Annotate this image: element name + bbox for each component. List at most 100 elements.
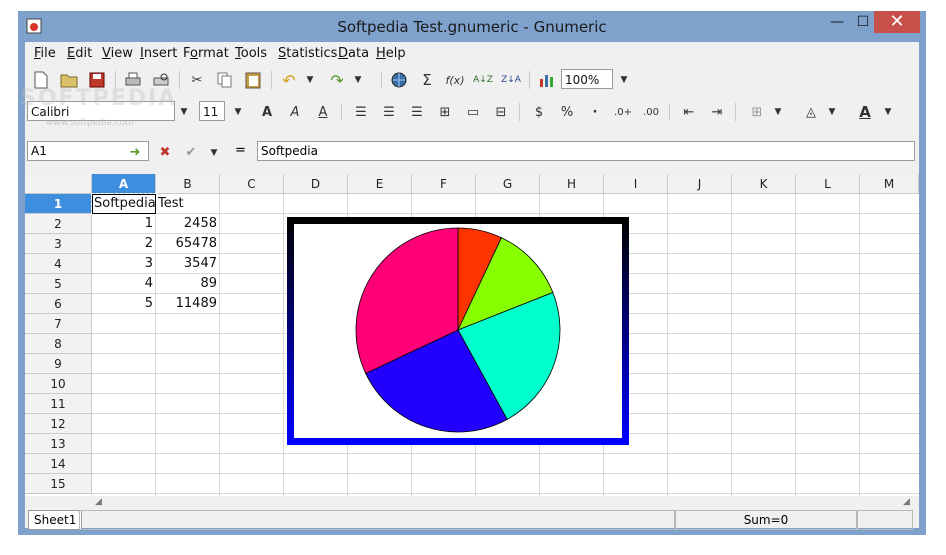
insert-chart-icon[interactable]	[535, 69, 559, 91]
row-header-4[interactable]: 4	[25, 254, 92, 274]
cancel-edit-icon[interactable]: ✖	[153, 141, 177, 163]
row-header-2[interactable]: 2	[25, 214, 92, 234]
font-size-dropdown-icon[interactable]: ▼	[231, 101, 245, 123]
align-right-icon[interactable]: ☰	[405, 101, 429, 123]
sort-ascending-icon[interactable]: A↓Z	[471, 69, 495, 91]
zoom-dropdown-icon[interactable]: ▼	[617, 69, 631, 91]
accept-edit-icon[interactable]: ✔	[179, 141, 203, 163]
row-header-5[interactable]: 5	[25, 274, 92, 294]
menu-format[interactable]: Format	[183, 46, 229, 61]
minimize-button[interactable]: —	[824, 11, 850, 33]
row-header-8[interactable]: 8	[25, 334, 92, 354]
column-header-d[interactable]: D	[284, 174, 348, 194]
zoom-input[interactable]: 100%	[561, 69, 613, 89]
cell-a3[interactable]: 2	[94, 234, 153, 254]
column-header-b[interactable]: B	[156, 174, 220, 194]
redo-icon[interactable]: ↷	[325, 69, 349, 91]
column-header-h[interactable]: H	[540, 174, 604, 194]
scroll-right-icon[interactable]: ◢	[903, 497, 910, 507]
column-header-k[interactable]: K	[732, 174, 796, 194]
row-header-10[interactable]: 10	[25, 374, 92, 394]
cell-a2[interactable]: 1	[94, 214, 153, 234]
thousands-separator-icon[interactable]: ·	[583, 101, 607, 123]
column-header-j[interactable]: J	[668, 174, 732, 194]
menu-help[interactable]: Help	[376, 46, 406, 61]
bold-icon[interactable]: A	[255, 101, 279, 123]
close-button[interactable]: ✕	[874, 11, 920, 33]
underline-icon[interactable]: A	[311, 101, 335, 123]
row-header-3[interactable]: 3	[25, 234, 92, 254]
insert-hyperlink-icon[interactable]	[387, 69, 411, 91]
borders-icon[interactable]: ⊞	[745, 101, 769, 123]
menu-tools[interactable]: Tools	[235, 46, 267, 61]
cell-b3[interactable]: 65478	[158, 234, 217, 254]
title-bar[interactable]: Softpedia Test.gnumeric - Gnumeric — ☐ ✕	[18, 11, 926, 42]
center-across-icon[interactable]: ▭	[461, 101, 485, 123]
paste-icon[interactable]	[241, 69, 265, 91]
split-cells-icon[interactable]: ⊟	[489, 101, 513, 123]
undo-dropdown-icon[interactable]: ▼	[303, 69, 317, 91]
align-left-icon[interactable]: ☰	[349, 101, 373, 123]
cell-a5[interactable]: 4	[94, 274, 153, 294]
cell-b2[interactable]: 2458	[158, 214, 217, 234]
undo-icon[interactable]: ↶	[277, 69, 301, 91]
currency-format-icon[interactable]: $	[527, 101, 551, 123]
menu-data[interactable]: Data	[338, 46, 369, 61]
menu-statistics[interactable]: Statistics	[278, 46, 337, 61]
pie-chart[interactable]	[287, 217, 629, 445]
italic-icon[interactable]: A	[283, 101, 307, 123]
goto-icon[interactable]: ➜	[123, 141, 147, 163]
cell-b1[interactable]: Test	[158, 194, 217, 214]
horizontal-scrollbar[interactable]: ◢ ◢	[25, 496, 919, 510]
maximize-button[interactable]: ☐	[850, 11, 876, 33]
row-header-6[interactable]: 6	[25, 294, 92, 314]
row-header-14[interactable]: 14	[25, 454, 92, 474]
fill-color-icon[interactable]: ◬	[799, 101, 823, 123]
spreadsheet-grid[interactable]: ABCDEFGHIJKLM 1 2 3 4 5 6 7 8 9 10 11 12 13 14 15 Soft…	[25, 174, 919, 496]
cell-b6[interactable]: 11489	[158, 294, 217, 314]
column-header-c[interactable]: C	[220, 174, 284, 194]
column-header-g[interactable]: G	[476, 174, 540, 194]
cell-a6[interactable]: 5	[94, 294, 153, 314]
row-header-11[interactable]: 11	[25, 394, 92, 414]
row-header-7[interactable]: 7	[25, 314, 92, 334]
function-icon[interactable]: f(x)	[443, 69, 467, 91]
column-header-f[interactable]: F	[412, 174, 476, 194]
row-header-1[interactable]: 1	[25, 194, 92, 214]
column-header-e[interactable]: E	[348, 174, 412, 194]
borders-dropdown-icon[interactable]: ▼	[771, 101, 785, 123]
fill-color-dropdown-icon[interactable]: ▼	[825, 101, 839, 123]
font-color-dropdown-icon[interactable]: ▼	[881, 101, 895, 123]
column-header-a[interactable]: A	[92, 174, 156, 194]
sheet-tab[interactable]: Sheet1	[28, 510, 83, 530]
font-name-dropdown-icon[interactable]: ▼	[177, 101, 191, 123]
formula-entry[interactable]: Softpedia	[257, 141, 915, 161]
percent-format-icon[interactable]: %	[555, 101, 579, 123]
scroll-left-icon[interactable]: ◢	[95, 497, 102, 507]
row-header-13[interactable]: 13	[25, 434, 92, 454]
cell-a4[interactable]: 3	[94, 254, 153, 274]
column-header-m[interactable]: M	[860, 174, 919, 194]
font-size-select[interactable]: 11	[199, 101, 225, 121]
cut-icon[interactable]: ✂	[185, 69, 209, 91]
decrease-decimals-icon[interactable]: .00	[639, 101, 663, 123]
align-center-icon[interactable]: ☰	[377, 101, 401, 123]
decrease-indent-icon[interactable]: ⇤	[677, 101, 701, 123]
function-wizard-dropdown-icon[interactable]: ▼	[207, 142, 221, 164]
copy-icon[interactable]	[213, 69, 237, 91]
increase-indent-icon[interactable]: ⇥	[705, 101, 729, 123]
font-color-icon[interactable]: A	[853, 101, 877, 123]
row-header-12[interactable]: 12	[25, 414, 92, 434]
cell-b5[interactable]: 89	[158, 274, 217, 294]
column-header-l[interactable]: L	[796, 174, 860, 194]
sum-icon[interactable]: Σ	[415, 69, 439, 91]
menu-view[interactable]: View	[102, 46, 133, 61]
merge-cells-icon[interactable]: ⊞	[433, 101, 457, 123]
menu-edit[interactable]: Edit	[67, 46, 92, 61]
menu-file[interactable]: File	[34, 46, 56, 61]
row-header-9[interactable]: 9	[25, 354, 92, 374]
select-all-corner[interactable]	[25, 174, 92, 194]
redo-dropdown-icon[interactable]: ▼	[351, 69, 365, 91]
column-header-i[interactable]: I	[604, 174, 668, 194]
sort-descending-icon[interactable]: Z↓A	[499, 69, 523, 91]
